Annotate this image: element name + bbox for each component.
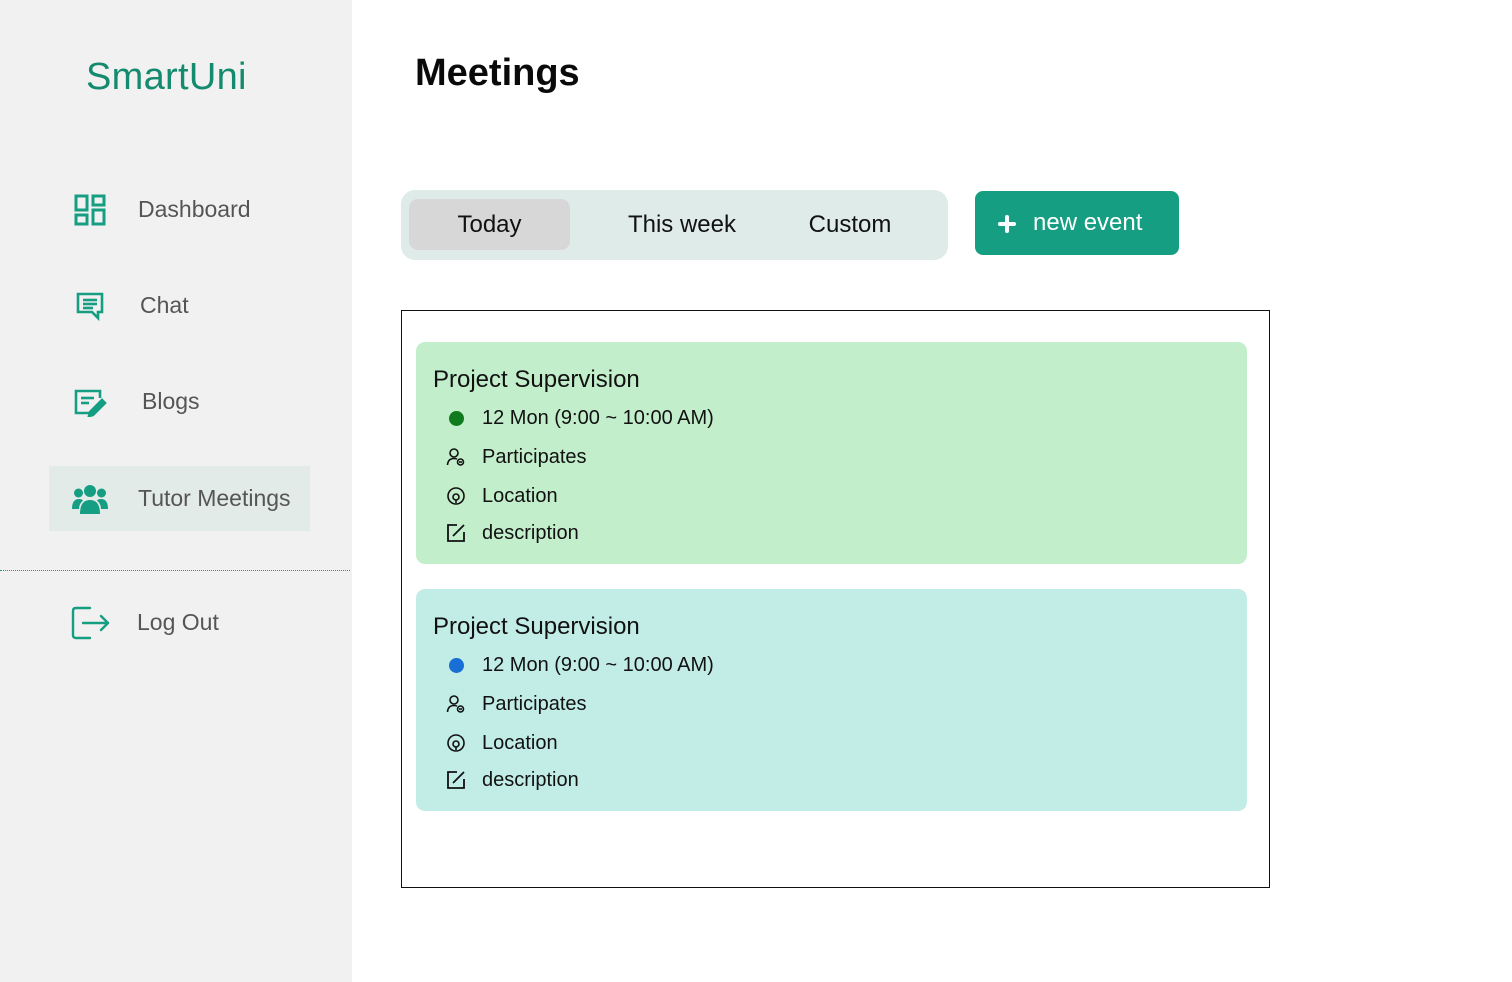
edit-note-icon	[444, 768, 468, 792]
page-title: Meetings	[415, 52, 580, 94]
event-participants-row[interactable]: Participates	[444, 692, 587, 716]
sidebar-item-label: Chat	[140, 292, 189, 318]
tab-label: Today	[457, 210, 522, 238]
new-event-button[interactable]: new event	[975, 191, 1179, 255]
location-icon	[444, 731, 468, 755]
location-icon	[444, 484, 468, 508]
sidebar-item-label: Dashboard	[138, 196, 251, 222]
sidebar: SmartUni Dashboard Chat Blogs Tutor Meet…	[0, 0, 352, 982]
event-card[interactable]: Project Supervision 12 Mon (9:00 ~ 10:00…	[416, 342, 1247, 564]
event-title: Project Supervision	[433, 613, 640, 640]
users-icon	[70, 479, 110, 519]
tab-label: Custom	[808, 210, 892, 238]
event-time: 12 Mon (9:00 ~ 10:00 AM)	[482, 653, 714, 676]
event-title: Project Supervision	[433, 366, 640, 393]
event-description-row[interactable]: description	[444, 521, 579, 545]
event-location-row[interactable]: Location	[444, 484, 558, 508]
logout-button[interactable]: Log Out	[49, 590, 310, 655]
chat-icon	[70, 286, 110, 326]
logout-label: Log Out	[137, 609, 219, 635]
tab-today[interactable]: Today	[409, 199, 570, 250]
event-description: description	[482, 521, 579, 544]
event-participants: Participates	[482, 692, 587, 715]
event-location: Location	[482, 484, 558, 507]
participants-icon	[444, 445, 468, 469]
sidebar-item-blogs[interactable]: Blogs	[49, 369, 310, 434]
event-time-row: 12 Mon (9:00 ~ 10:00 AM)	[444, 406, 714, 430]
status-dot-icon	[448, 657, 464, 673]
event-participants-row[interactable]: Participates	[444, 445, 587, 469]
tab-label: This week	[627, 210, 737, 238]
status-dot-icon	[448, 410, 464, 426]
event-time-row: 12 Mon (9:00 ~ 10:00 AM)	[444, 653, 714, 677]
event-card[interactable]: Project Supervision 12 Mon (9:00 ~ 10:00…	[416, 589, 1247, 811]
sidebar-item-dashboard[interactable]: Dashboard	[49, 177, 310, 242]
event-description: description	[482, 768, 579, 791]
dashboard-icon	[70, 190, 110, 230]
sidebar-item-tutor-meetings[interactable]: Tutor Meetings	[49, 466, 310, 531]
sidebar-item-chat[interactable]: Chat	[49, 273, 310, 338]
sidebar-divider	[0, 570, 350, 571]
event-location: Location	[482, 731, 558, 754]
date-filter-tabs: Today This week Custom	[401, 190, 948, 260]
new-event-label: new event	[1033, 209, 1143, 236]
brand-logo: SmartUni	[86, 56, 247, 98]
blog-edit-icon	[70, 382, 110, 422]
event-description-row[interactable]: description	[444, 768, 579, 792]
participants-icon	[444, 692, 468, 716]
plus-icon	[997, 213, 1017, 233]
event-participants: Participates	[482, 445, 587, 468]
edit-note-icon	[444, 521, 468, 545]
events-panel: Project Supervision 12 Mon (9:00 ~ 10:00…	[401, 310, 1270, 888]
sidebar-item-label: Tutor Meetings	[138, 485, 291, 511]
tab-custom[interactable]: Custom	[775, 199, 925, 250]
event-location-row[interactable]: Location	[444, 731, 558, 755]
logout-icon	[70, 603, 110, 643]
event-time: 12 Mon (9:00 ~ 10:00 AM)	[482, 406, 714, 429]
tab-this-week[interactable]: This week	[601, 199, 763, 250]
sidebar-item-label: Blogs	[142, 388, 200, 414]
